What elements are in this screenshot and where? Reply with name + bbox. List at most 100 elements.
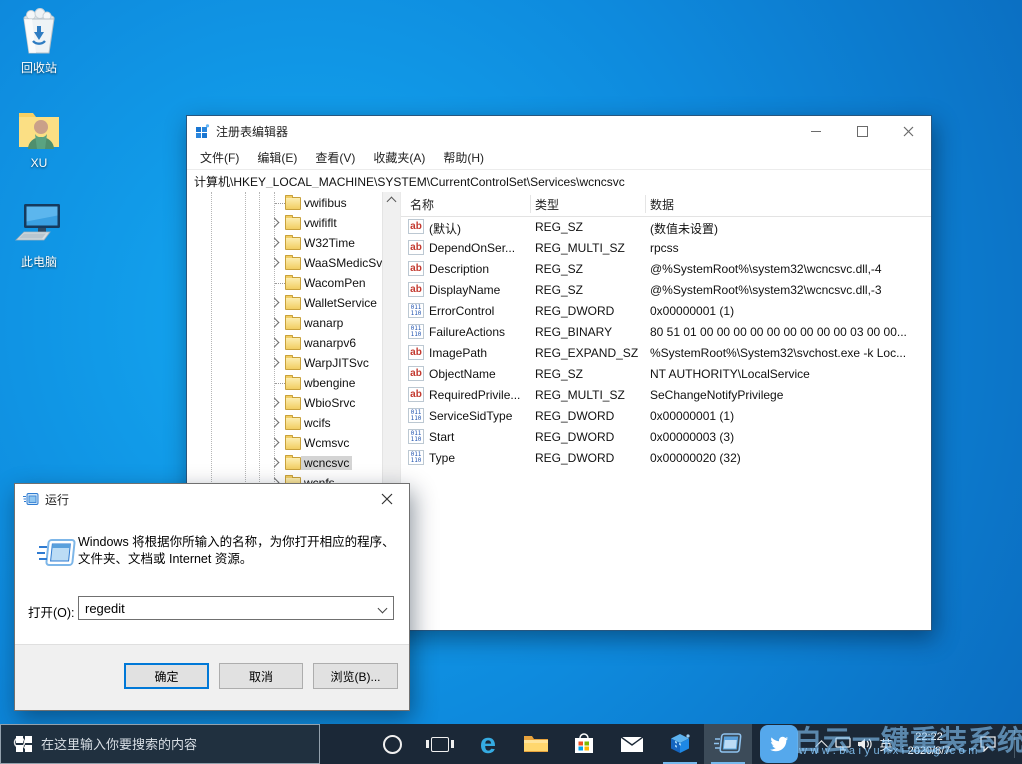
menu-edit[interactable]: 编辑(E) <box>248 149 306 166</box>
regedit-menubar: 文件(F) 编辑(E) 查看(V) 收藏夹(A) 帮助(H) <box>187 146 931 169</box>
folder-icon <box>285 397 301 410</box>
tree-item[interactable]: wcifs <box>187 413 382 433</box>
tree-item[interactable]: wanarpv6 <box>187 333 382 353</box>
tree-item-selected[interactable]: wcncsvc <box>187 453 382 473</box>
user-folder-icon <box>15 105 63 153</box>
browse-button[interactable]: 浏览(B)... <box>313 663 398 689</box>
chevron-right-icon[interactable] <box>270 418 280 428</box>
run-command-combobox[interactable] <box>78 596 394 620</box>
taskbar: e <box>0 724 1022 764</box>
taskbar-clock[interactable]: 22:22 2020/8/7 <box>896 730 962 758</box>
tree-item[interactable]: WarpJITSvc <box>187 353 382 373</box>
twitter-bird-icon <box>768 733 790 755</box>
reg-string-icon: ab <box>408 366 424 381</box>
chevron-right-icon[interactable] <box>270 298 280 308</box>
column-header-name[interactable]: 名称 <box>410 196 434 213</box>
file-explorer-taskbar-button[interactable] <box>512 724 560 764</box>
chevron-down-icon[interactable] <box>378 604 388 614</box>
desktop-icon-user-folder[interactable]: XU <box>0 105 78 170</box>
chevron-right-icon[interactable] <box>270 318 280 328</box>
table-row[interactable]: ab(默认)REG_SZ(数值未设置) <box>401 217 931 238</box>
tree-item[interactable]: WaaSMedicSvc <box>187 253 382 273</box>
column-header-data[interactable]: 数据 <box>650 196 674 213</box>
menu-help[interactable]: 帮助(H) <box>434 149 493 166</box>
reg-string-icon: ab <box>408 219 424 234</box>
menu-file[interactable]: 文件(F) <box>191 149 248 166</box>
registry-values-pane[interactable]: 名称 类型 数据 ab(默认)REG_SZ(数值未设置) abDependOnS… <box>400 192 931 630</box>
twitter-taskbar-button[interactable] <box>752 724 806 764</box>
taskbar-search-box[interactable] <box>0 724 320 764</box>
tray-volume-button[interactable] <box>854 724 876 764</box>
desktop-icon-label: 回收站 <box>0 59 78 76</box>
reg-binary-icon: 011110 <box>408 450 424 465</box>
desktop-icon-label: XU <box>0 156 78 170</box>
run-taskbar-button[interactable] <box>704 724 752 764</box>
start-button[interactable] <box>0 724 48 764</box>
address-input[interactable] <box>187 174 931 188</box>
table-row[interactable]: 011110ServiceSidTypeREG_DWORD0x00000001 … <box>401 406 931 427</box>
chevron-right-icon[interactable] <box>270 218 280 228</box>
chevron-right-icon[interactable] <box>270 338 280 348</box>
tree-item[interactable]: W32Time <box>187 233 382 253</box>
desktop-icon-this-pc[interactable]: 此电脑 <box>0 200 78 270</box>
folder-icon <box>285 437 301 450</box>
table-row[interactable]: abDisplayNameREG_SZ@%SystemRoot%\system3… <box>401 280 931 301</box>
chevron-right-icon[interactable] <box>270 238 280 248</box>
task-view-button[interactable] <box>416 724 464 764</box>
edge-taskbar-button[interactable]: e <box>464 724 512 764</box>
tree-item[interactable]: WbioSrvc <box>187 393 382 413</box>
scrollbar-up-button[interactable] <box>383 192 400 209</box>
mail-taskbar-button[interactable] <box>608 724 656 764</box>
show-desktop-separator[interactable] <box>1014 730 1015 758</box>
menu-view[interactable]: 查看(V) <box>306 149 364 166</box>
column-header-type[interactable]: 类型 <box>535 196 559 213</box>
tray-display-button[interactable] <box>832 724 854 764</box>
table-row[interactable]: 011110ErrorControlREG_DWORD0x00000001 (1… <box>401 301 931 322</box>
table-row[interactable]: abDependOnSer...REG_MULTI_SZrpcss <box>401 238 931 259</box>
tree-item[interactable]: wanarp <box>187 313 382 333</box>
tree-item[interactable]: wbengine <box>187 373 382 393</box>
maximize-button[interactable] <box>839 116 885 146</box>
tree-item[interactable]: Wcmsvc <box>187 433 382 453</box>
search-input[interactable] <box>39 736 293 753</box>
table-row[interactable]: abImagePathREG_EXPAND_SZ%SystemRoot%\Sys… <box>401 343 931 364</box>
tree-connector <box>275 383 285 384</box>
folder-icon <box>285 197 301 210</box>
table-row[interactable]: abDescriptionREG_SZ@%SystemRoot%\system3… <box>401 259 931 280</box>
tree-item[interactable]: vwififlt <box>187 213 382 233</box>
menu-favorites[interactable]: 收藏夹(A) <box>364 149 434 166</box>
ime-indicator[interactable]: 英 <box>876 724 896 764</box>
desktop-icon-recycle-bin[interactable]: 回收站 <box>0 8 78 76</box>
tree-item[interactable]: vwifibus <box>187 193 382 213</box>
column-separator[interactable] <box>645 195 646 213</box>
ok-button[interactable]: 确定 <box>124 663 209 689</box>
chevron-right-icon[interactable] <box>270 398 280 408</box>
run-titlebar[interactable]: 运行 <box>15 484 409 514</box>
chevron-right-icon[interactable] <box>270 258 280 268</box>
tree-item[interactable]: WalletService <box>187 293 382 313</box>
folder-icon <box>285 337 301 350</box>
regedit-titlebar[interactable]: 注册表编辑器 <box>187 116 931 146</box>
clock-time: 22:22 <box>896 730 962 744</box>
tree-item[interactable]: WacomPen <box>187 273 382 293</box>
chevron-right-icon[interactable] <box>270 458 280 468</box>
cortana-button[interactable] <box>368 724 416 764</box>
regedit-taskbar-button[interactable] <box>656 724 704 764</box>
tray-show-hidden-icons-button[interactable] <box>810 724 832 764</box>
folder-icon <box>285 277 301 290</box>
chevron-right-icon[interactable] <box>270 438 280 448</box>
close-button[interactable] <box>885 116 931 146</box>
table-row[interactable]: 011110StartREG_DWORD0x00000003 (3) <box>401 427 931 448</box>
table-row[interactable]: 011110TypeREG_DWORD0x00000020 (32) <box>401 448 931 469</box>
table-row[interactable]: abRequiredPrivile...REG_MULTI_SZSeChange… <box>401 385 931 406</box>
table-row[interactable]: abObjectNameREG_SZNT AUTHORITY\LocalServ… <box>401 364 931 385</box>
column-separator[interactable] <box>530 195 531 213</box>
cancel-button[interactable]: 取消 <box>219 663 303 689</box>
action-center-button[interactable] <box>966 724 1010 764</box>
run-command-input[interactable] <box>79 597 375 619</box>
minimize-button[interactable] <box>793 116 839 146</box>
store-taskbar-button[interactable] <box>560 724 608 764</box>
chevron-right-icon[interactable] <box>270 358 280 368</box>
table-row[interactable]: 011110FailureActionsREG_BINARY80 51 01 0… <box>401 322 931 343</box>
close-button[interactable] <box>365 484 409 514</box>
